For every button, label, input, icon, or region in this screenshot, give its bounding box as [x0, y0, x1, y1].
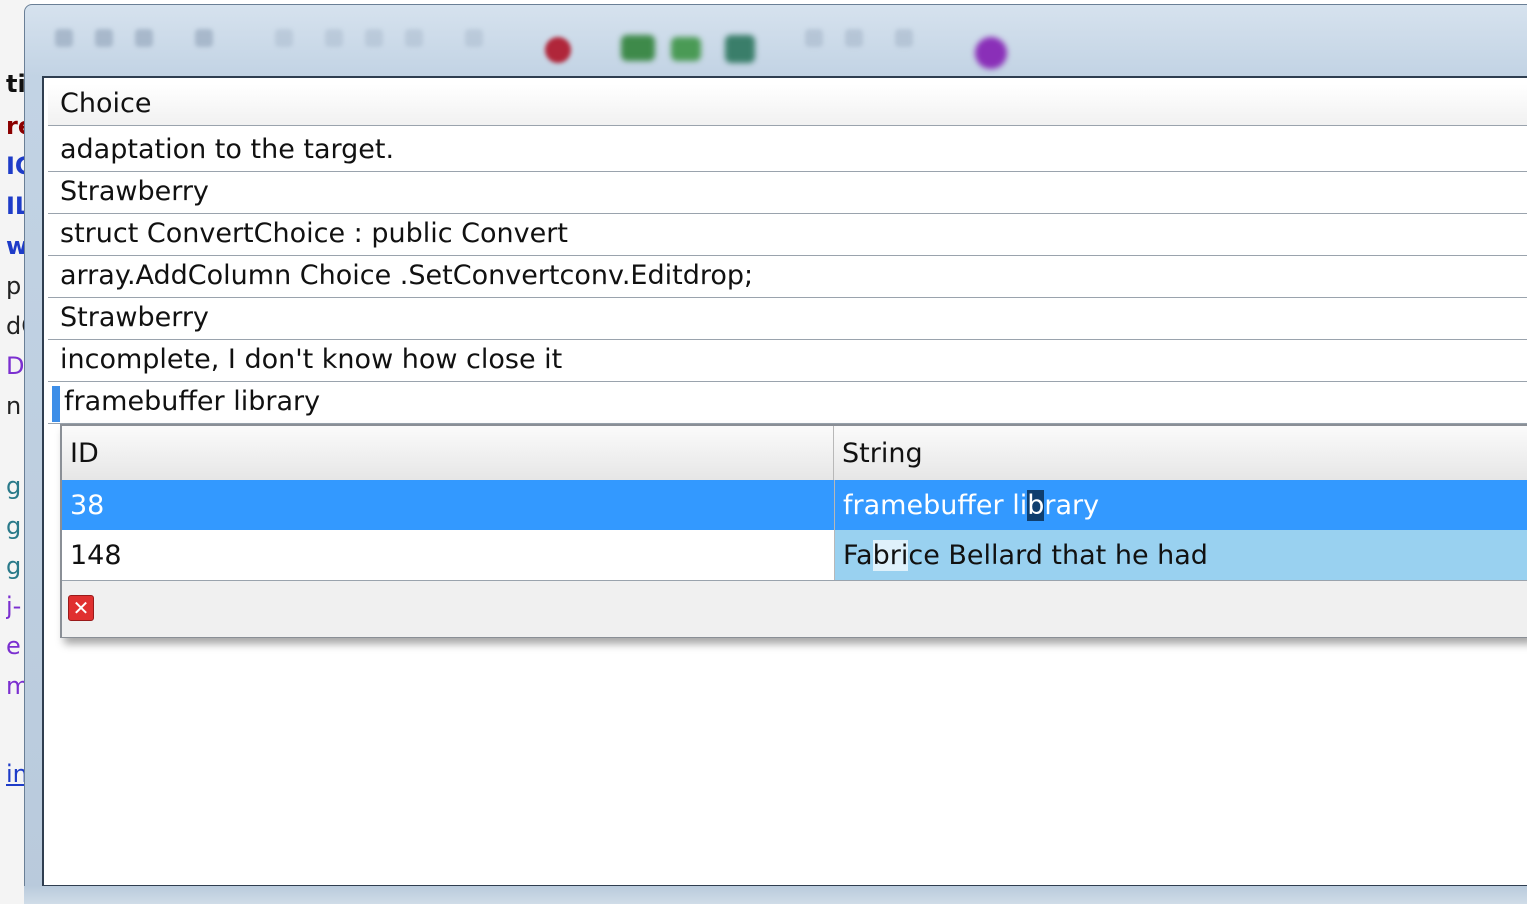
- list-item[interactable]: struct ConvertChoice : public Convert: [48, 214, 1527, 256]
- list-item[interactable]: Strawberry: [48, 172, 1527, 214]
- column-header-id[interactable]: ID: [62, 426, 834, 480]
- toolbar-icon[interactable]: [465, 29, 483, 47]
- text-part: ce Bellard that he had: [908, 540, 1208, 571]
- toolbar-icon[interactable]: [895, 29, 913, 47]
- dropdown-footer: ✕: [62, 580, 1527, 637]
- toolbar-icon[interactable]: [95, 29, 113, 47]
- dropdown-row[interactable]: 148 Fabrice Bellard that he had: [62, 530, 1527, 580]
- record-icon[interactable]: [545, 37, 571, 63]
- text-part: Fa: [843, 540, 873, 571]
- list-item[interactable]: incomplete, I don't know how close it: [48, 340, 1527, 382]
- list-item[interactable]: array.AddColumn Choice .SetConvertconv.E…: [48, 256, 1527, 298]
- toolbar: [45, 17, 1145, 69]
- text-highlight: bri: [872, 540, 909, 571]
- build-icon[interactable]: [621, 35, 655, 61]
- window-bottom-border: [24, 886, 1527, 904]
- cell-string[interactable]: Fabrice Bellard that he had: [834, 530, 1527, 580]
- editing-cell[interactable]: framebuffer library: [48, 382, 1527, 424]
- dropdown-header: ID String: [62, 426, 1527, 481]
- column-header-string[interactable]: String: [834, 426, 1527, 480]
- toolbar-icon[interactable]: [135, 29, 153, 47]
- toolbar-icon[interactable]: [55, 29, 73, 47]
- text-part: rary: [1044, 490, 1100, 521]
- toolbar-icon[interactable]: [405, 29, 423, 47]
- text-highlight: b: [1027, 490, 1045, 521]
- toolbar-icon[interactable]: [275, 29, 293, 47]
- list-item[interactable]: Strawberry: [48, 298, 1527, 340]
- debug-icon[interactable]: [725, 35, 755, 63]
- cell-string[interactable]: framebuffer library: [834, 480, 1527, 530]
- toolbar-icon[interactable]: [845, 29, 863, 47]
- text-part: framebuffer li: [843, 490, 1028, 521]
- close-icon[interactable]: ✕: [68, 595, 94, 621]
- column-header-choice[interactable]: Choice: [48, 84, 1527, 126]
- list-item[interactable]: adaptation to the target.: [48, 130, 1527, 172]
- toolbar-icon[interactable]: [805, 29, 823, 47]
- toolbar-icon[interactable]: [365, 29, 383, 47]
- cell-id[interactable]: 38: [62, 480, 834, 530]
- dropdown-row-selected[interactable]: 38 framebuffer library: [62, 480, 1527, 530]
- run-icon[interactable]: [671, 37, 701, 61]
- purple-circle-icon[interactable]: [975, 37, 1007, 69]
- cell-id[interactable]: 148: [62, 530, 834, 580]
- choice-dropdown: ID String 38 framebuffer library 148 Fab…: [60, 424, 1527, 638]
- toolbar-icon[interactable]: [325, 29, 343, 47]
- toolbar-icon[interactable]: [195, 29, 213, 47]
- editing-cell-value[interactable]: framebuffer library: [64, 386, 320, 417]
- edit-focus-marker: [52, 386, 60, 422]
